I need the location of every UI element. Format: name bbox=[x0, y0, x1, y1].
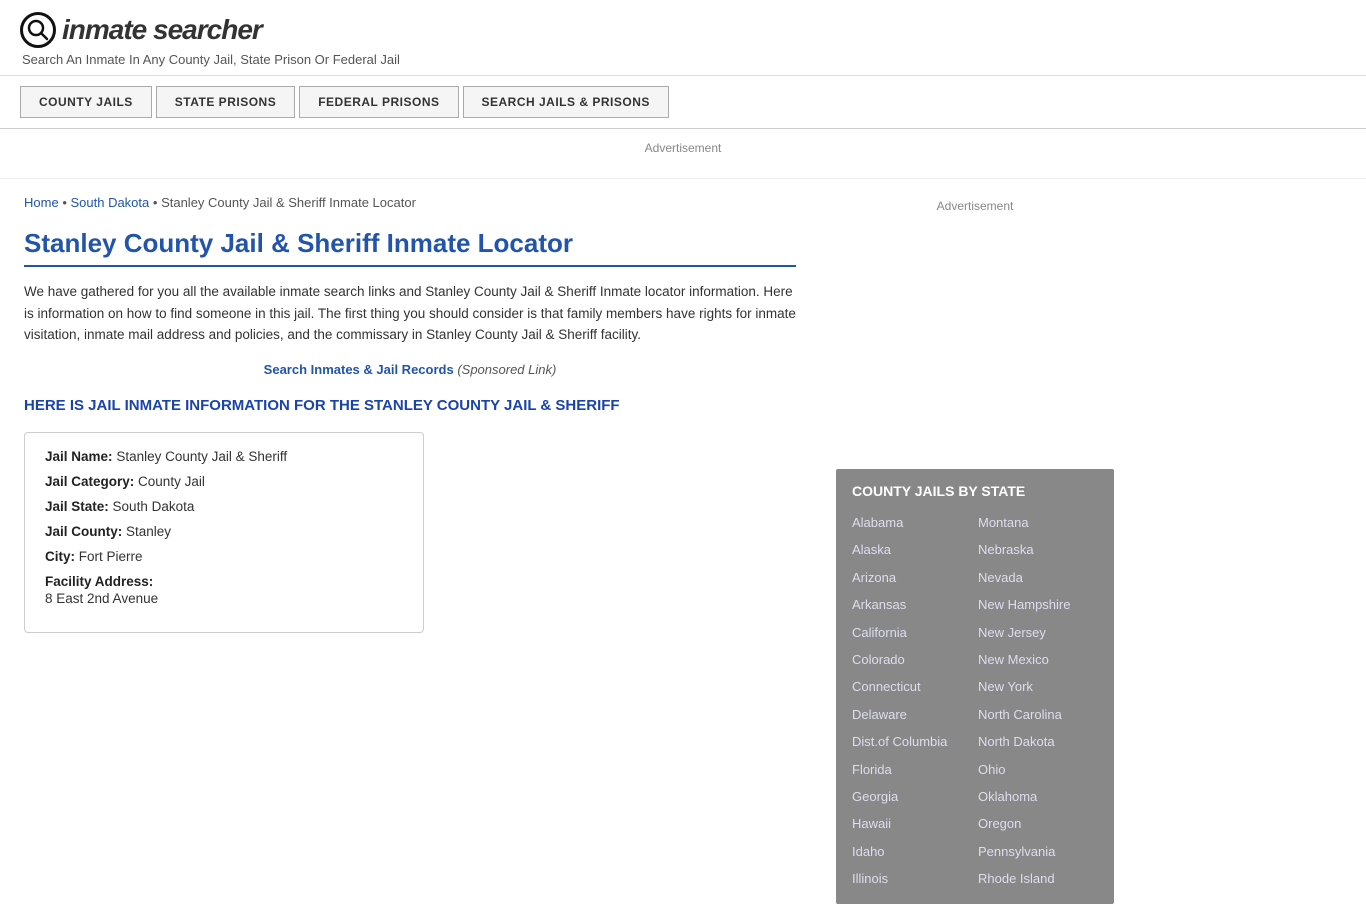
ad-banner-top: Advertisement bbox=[0, 129, 1366, 179]
city-row: City: Fort Pierre bbox=[45, 549, 403, 564]
tagline: Search An Inmate In Any County Jail, Sta… bbox=[22, 52, 1346, 67]
city-label: City: bbox=[45, 549, 75, 564]
state-link[interactable]: Arizona bbox=[852, 566, 972, 589]
state-link[interactable]: Arkansas bbox=[852, 593, 972, 616]
jail-category-row: Jail Category: County Jail bbox=[45, 474, 403, 489]
state-link[interactable]: Montana bbox=[978, 511, 1098, 534]
section-heading: HERE IS JAIL INMATE INFORMATION FOR THE … bbox=[24, 397, 796, 414]
nav-bar: COUNTY JAILS STATE PRISONS FEDERAL PRISO… bbox=[0, 76, 1366, 129]
jail-category-value: County Jail bbox=[138, 474, 205, 489]
ad-label-top: Advertisement bbox=[645, 141, 722, 155]
logo-text: inmate searcher bbox=[62, 14, 262, 46]
city-value: Fort Pierre bbox=[79, 549, 143, 564]
search-jails-nav-button[interactable]: SEARCH JAILS & PRISONS bbox=[463, 86, 669, 118]
state-link[interactable]: Rhode Island bbox=[978, 867, 1098, 890]
jail-category-label: Jail Category: bbox=[45, 474, 134, 489]
page-description: We have gathered for you all the availab… bbox=[24, 281, 796, 346]
state-link[interactable]: Georgia bbox=[852, 785, 972, 808]
federal-prisons-nav-button[interactable]: FEDERAL PRISONS bbox=[299, 86, 458, 118]
address-value: 8 East 2nd Avenue bbox=[45, 591, 403, 606]
breadcrumb-sep2: • bbox=[153, 195, 161, 210]
header: inmate searcher Search An Inmate In Any … bbox=[0, 0, 1366, 76]
county-jails-nav-button[interactable]: COUNTY JAILS bbox=[20, 86, 152, 118]
state-link[interactable]: North Dakota bbox=[978, 730, 1098, 753]
state-link[interactable]: Connecticut bbox=[852, 675, 972, 698]
breadcrumb-current: Stanley County Jail & Sheriff Inmate Loc… bbox=[161, 195, 416, 210]
state-link[interactable]: California bbox=[852, 621, 972, 644]
jail-name-row: Jail Name: Stanley County Jail & Sheriff bbox=[45, 449, 403, 464]
address-row: Facility Address: 8 East 2nd Avenue bbox=[45, 574, 403, 606]
search-logo-svg bbox=[27, 19, 49, 41]
jail-name-label: Jail Name: bbox=[45, 449, 113, 464]
ad-label-sidebar: Advertisement bbox=[937, 199, 1014, 213]
breadcrumb-state-link[interactable]: South Dakota bbox=[70, 195, 149, 210]
sponsored-link-area: Search Inmates & Jail Records (Sponsored… bbox=[24, 362, 796, 377]
sidebar: Advertisement COUNTY JAILS BY STATE Alab… bbox=[820, 179, 1130, 914]
state-link[interactable]: New Jersey bbox=[978, 621, 1098, 644]
state-link[interactable]: Pennsylvania bbox=[978, 840, 1098, 863]
page-title: Stanley County Jail & Sheriff Inmate Loc… bbox=[24, 228, 796, 267]
address-label: Facility Address: bbox=[45, 574, 153, 589]
state-link[interactable]: Idaho bbox=[852, 840, 972, 863]
state-link[interactable]: New Hampshire bbox=[978, 593, 1098, 616]
jail-county-label: Jail County: bbox=[45, 524, 122, 539]
breadcrumb-home-link[interactable]: Home bbox=[24, 195, 59, 210]
state-link[interactable]: Colorado bbox=[852, 648, 972, 671]
state-link[interactable]: Hawaii bbox=[852, 812, 972, 835]
state-link[interactable]: Nebraska bbox=[978, 538, 1098, 561]
main-layout: Home • South Dakota • Stanley County Jai… bbox=[0, 179, 1366, 914]
jail-state-label: Jail State: bbox=[45, 499, 109, 514]
main-content: Home • South Dakota • Stanley County Jai… bbox=[0, 179, 820, 914]
state-link[interactable]: Alaska bbox=[852, 538, 972, 561]
state-link[interactable]: Oregon bbox=[978, 812, 1098, 835]
state-link[interactable]: Dist.of Columbia bbox=[852, 730, 972, 753]
state-link[interactable]: New Mexico bbox=[978, 648, 1098, 671]
logo-brand: inmate searcher bbox=[62, 14, 262, 45]
state-link[interactable]: North Carolina bbox=[978, 703, 1098, 726]
sponsored-link[interactable]: Search Inmates & Jail Records bbox=[264, 362, 454, 377]
state-link[interactable]: Nevada bbox=[978, 566, 1098, 589]
county-jails-sidebar-box: COUNTY JAILS BY STATE Alabama Montana Alas… bbox=[836, 469, 1114, 904]
sidebar-ad: Advertisement bbox=[836, 189, 1114, 469]
logo-icon bbox=[20, 12, 56, 48]
jail-county-row: Jail County: Stanley bbox=[45, 524, 403, 539]
sponsored-suffix: (Sponsored Link) bbox=[457, 362, 556, 377]
state-link[interactable]: Illinois bbox=[852, 867, 972, 890]
state-link[interactable]: Alabama bbox=[852, 511, 972, 534]
jail-county-value: Stanley bbox=[126, 524, 171, 539]
county-jails-sidebar-title: COUNTY JAILS BY STATE bbox=[852, 483, 1098, 499]
state-link[interactable]: Oklahoma bbox=[978, 785, 1098, 808]
jail-name-value: Stanley County Jail & Sheriff bbox=[116, 449, 287, 464]
logo-area: inmate searcher bbox=[20, 12, 1346, 48]
state-link[interactable]: Florida bbox=[852, 758, 972, 781]
state-link[interactable]: Ohio bbox=[978, 758, 1098, 781]
state-link[interactable]: New York bbox=[978, 675, 1098, 698]
jail-state-row: Jail State: South Dakota bbox=[45, 499, 403, 514]
state-link[interactable]: Delaware bbox=[852, 703, 972, 726]
states-grid: Alabama Montana Alaska Nebraska Arizona Nevad… bbox=[852, 511, 1098, 890]
state-prisons-nav-button[interactable]: STATE PRISONS bbox=[156, 86, 295, 118]
jail-state-value: South Dakota bbox=[113, 499, 195, 514]
info-box: Jail Name: Stanley County Jail & Sheriff… bbox=[24, 432, 424, 633]
breadcrumb: Home • South Dakota • Stanley County Jai… bbox=[24, 195, 796, 210]
